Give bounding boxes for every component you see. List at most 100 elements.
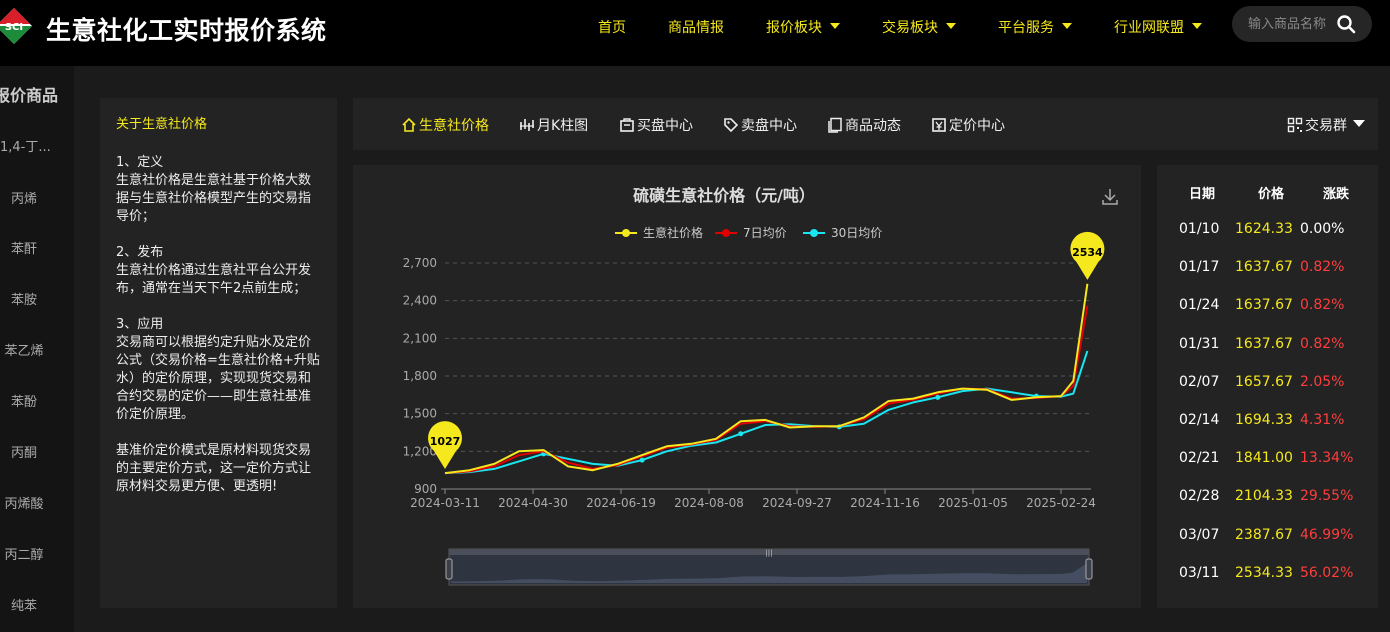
chart-grid xyxy=(445,262,1091,452)
cell-date: 02/28 xyxy=(1179,488,1220,505)
legend-label: 30日均价 xyxy=(831,226,882,240)
about-title: 关于生意社价格 xyxy=(116,117,208,132)
cell-change: 0.82% xyxy=(1300,297,1345,314)
about-paragraph: 1、定义 生意社价格是生意社基于价格大数据与生意社价格模型产生的交易指导价； xyxy=(116,155,312,224)
cell-date: 02/07 xyxy=(1179,373,1220,390)
sidebar-item[interactable]: 丙烯 xyxy=(0,188,48,207)
cell-price: 1637.67 xyxy=(1235,259,1293,276)
legend-label: 生意社价格 xyxy=(643,225,703,240)
cell-price: 2534.33 xyxy=(1235,564,1293,581)
header-date: 日期 xyxy=(1189,187,1216,202)
nav-quotes[interactable]: 报价板块 xyxy=(766,17,840,37)
header: SCI 生意社化工实时报价系统 首页 商品情报 报价板块 交易板块 平台服务 行… xyxy=(0,0,1390,52)
legend-item: 30日均价 xyxy=(803,226,882,240)
cell-date: 01/17 xyxy=(1179,259,1220,276)
y-tick-label: 2,100 xyxy=(403,331,437,345)
cell-price: 1841.00 xyxy=(1235,450,1293,467)
tab-bar: 生意社价格 月K柱图 买盘中心 卖盘中心 商品动态 定价中心 交易群 xyxy=(353,98,1378,150)
tab-kline[interactable]: 月K柱图 xyxy=(519,115,588,135)
price-list-panel: 日期 价格 涨跌 01/10 1624.33 0.00% 01/17 1637.67 0.… xyxy=(1157,165,1378,608)
series-point xyxy=(935,394,941,400)
y-tick-label: 2,400 xyxy=(403,294,437,308)
legend-item: 7日均价 xyxy=(715,226,787,240)
sidebar-item[interactable]: 苯乙烯 xyxy=(0,340,48,359)
about-paragraph: 2、发布 生意社价格通过生意社平台公开发布，通常在当天下午2点前生成； xyxy=(116,245,312,296)
sidebar-title: 报价商品 xyxy=(0,86,59,105)
brand-title: 生意社化工实时报价系统 xyxy=(46,16,327,45)
cell-price: 1637.67 xyxy=(1235,297,1293,314)
chevron-down-icon xyxy=(830,22,840,29)
nav-news[interactable]: 商品情报 xyxy=(668,17,724,37)
cell-price: 1657.67 xyxy=(1235,373,1293,390)
sidebar-item[interactable]: 纯苯 xyxy=(0,595,48,614)
header-change: 涨跌 xyxy=(1323,187,1350,202)
calendar-icon xyxy=(932,118,946,132)
tab-product-news[interactable]: 商品动态 xyxy=(827,115,901,135)
zoom-slider[interactable]: ||| xyxy=(445,548,1093,586)
svg-text:|||: ||| xyxy=(765,549,772,557)
x-tick-label: 2024-08-08 xyxy=(674,496,744,510)
tab-sell-center[interactable]: 卖盘中心 xyxy=(723,115,797,135)
about-paragraph: 基准价定价模式是原材料现货交易的主要定价方式，这一定价方式让原材料交易更方便、更… xyxy=(116,443,312,494)
x-tick-label: 2024-03-11 xyxy=(410,496,480,510)
sidebar-item[interactable]: 苯酐 xyxy=(0,238,48,257)
sidebar-item[interactable]: 1,4-丁... xyxy=(0,136,51,155)
marker-label: 1027 xyxy=(430,435,461,448)
cell-date: 03/11 xyxy=(1179,564,1220,581)
chart-title: 硫磺生意社价格（元/吨） xyxy=(633,186,815,205)
search-icon[interactable] xyxy=(1336,14,1356,34)
sidebar: 报价商品 1,4-丁... 丙烯 苯酐 苯胺 苯乙烯 苯酚 丙酮 丙烯酸 丙二醇… xyxy=(0,66,74,632)
x-tick-label: 2024-06-19 xyxy=(586,496,656,510)
sidebar-item[interactable]: 苯酚 xyxy=(0,391,48,410)
series-point xyxy=(738,431,744,437)
logo-icon[interactable]: SCI xyxy=(0,6,34,46)
zoom-handle-left[interactable] xyxy=(445,558,453,580)
sidebar-item[interactable]: 丙烯酸 xyxy=(0,493,48,512)
tab-buy-center[interactable]: 买盘中心 xyxy=(619,115,693,135)
cell-date: 01/24 xyxy=(1179,297,1220,314)
legend-swatch-dot xyxy=(810,229,818,237)
series-line xyxy=(444,283,1089,475)
trade-group-dropdown[interactable]: 交易群 xyxy=(1287,115,1365,135)
home-icon xyxy=(402,117,416,132)
x-tick-label: 2024-11-16 xyxy=(850,496,920,510)
nav-alliance[interactable]: 行业网联盟 xyxy=(1114,17,1202,37)
cell-date: 02/14 xyxy=(1179,412,1220,428)
header-price: 价格 xyxy=(1258,187,1285,202)
y-tick-label: 1,500 xyxy=(403,407,437,421)
zoom-handle-right[interactable] xyxy=(1085,558,1093,580)
cell-date: 01/10 xyxy=(1179,221,1220,237)
cell-change: 56.02% xyxy=(1300,564,1354,581)
chart-legend: 生意社价格 7日均价 30日均价 xyxy=(615,225,882,240)
kline-icon xyxy=(520,119,534,131)
legend-swatch-dot xyxy=(722,229,730,237)
about-paragraph: 3、应用 交易商可以根据约定升贴水及定价公式（交易价格=生意社价格+升贴水）的定… xyxy=(116,317,320,422)
legend-label: 7日均价 xyxy=(743,226,787,240)
search-box xyxy=(1232,6,1372,42)
sidebar-item[interactable]: 丙二醇 xyxy=(0,544,48,563)
sidebar-item[interactable]: 丙酮 xyxy=(0,442,48,461)
download-icon[interactable] xyxy=(1102,189,1118,205)
nav-services[interactable]: 平台服务 xyxy=(998,17,1072,37)
nav-home[interactable]: 首页 xyxy=(598,17,626,37)
chart-series xyxy=(444,283,1089,475)
sidebar-item[interactable]: 苯胺 xyxy=(0,289,48,308)
legend-item: 生意社价格 xyxy=(615,225,703,240)
chart-panel: 硫磺生意社价格（元/吨） 生意社价格 7日均价 30日均价 900 1,200 1,50… xyxy=(353,165,1141,608)
nav-trade[interactable]: 交易板块 xyxy=(882,17,956,37)
cell-change: 0.00% xyxy=(1300,221,1345,237)
cell-date: 01/31 xyxy=(1179,335,1220,352)
tab-pricing-center[interactable]: 定价中心 xyxy=(931,115,1005,135)
cart-icon xyxy=(620,118,634,132)
cell-change: 46.99% xyxy=(1300,526,1354,543)
legend-swatch-dot xyxy=(622,229,630,237)
series-point xyxy=(639,457,645,463)
search-input[interactable] xyxy=(1248,15,1338,33)
price-chart: 硫磺生意社价格（元/吨） 生意社价格 7日均价 30日均价 9001,2001,50… xyxy=(403,186,1118,586)
cell-price: 2104.33 xyxy=(1235,488,1293,505)
y-tick-label: 1,800 xyxy=(403,369,437,383)
cell-change: 2.05% xyxy=(1300,373,1345,390)
tab-price[interactable]: 生意社价格 xyxy=(401,115,489,135)
marker-label: 2534 xyxy=(1072,246,1103,259)
value-marker: 2534 xyxy=(1070,231,1105,280)
